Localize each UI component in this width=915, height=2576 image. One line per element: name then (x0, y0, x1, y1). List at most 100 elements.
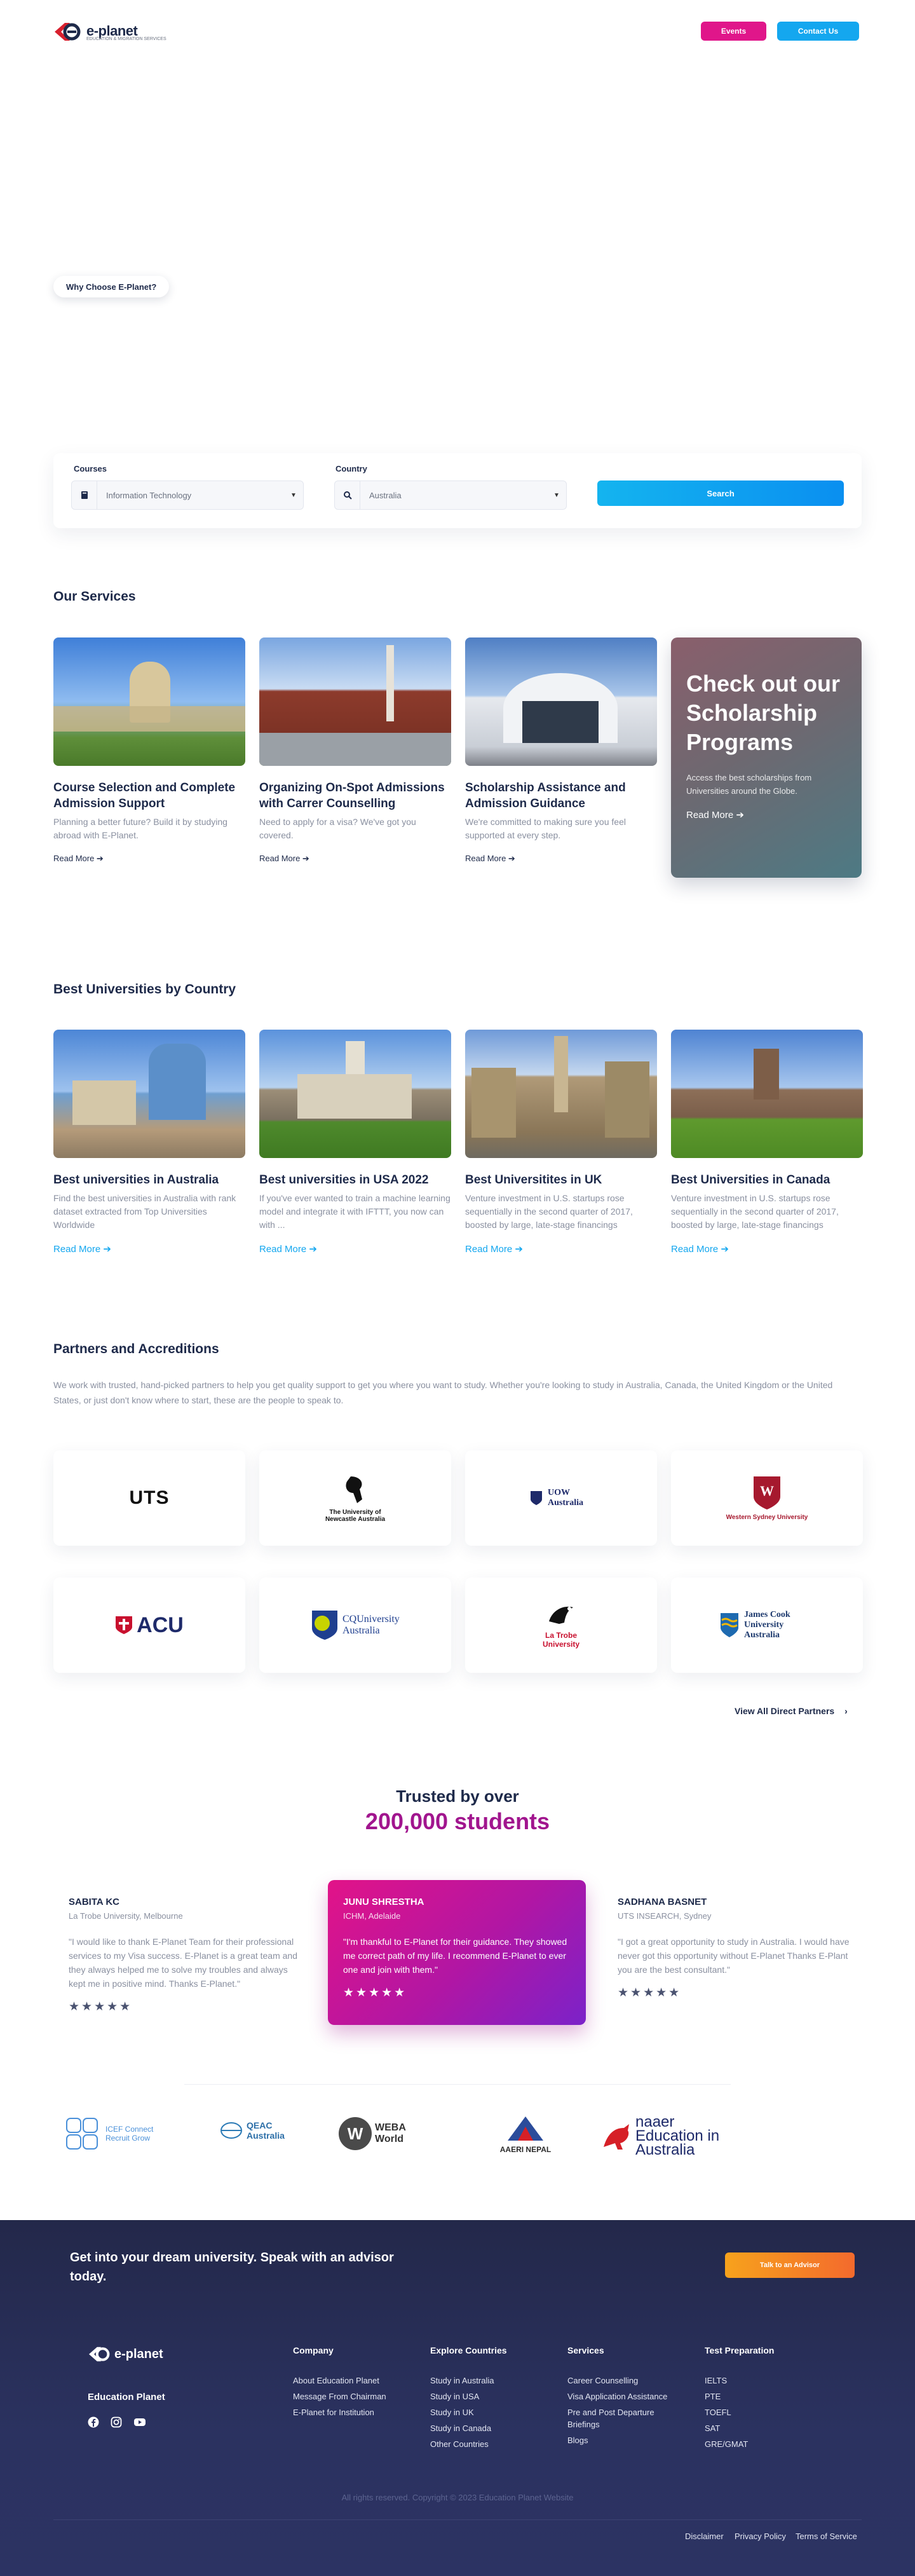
partner-logo-acu[interactable]: ACU (53, 1578, 245, 1673)
university-card[interactable]: Best Universities in Canada Venture inve… (671, 1030, 863, 1255)
view-all-partners-link[interactable]: View All Direct Partners › (735, 1706, 848, 1716)
copyright: All rights reserved. Copyright © 2023 Ed… (341, 2493, 574, 2502)
testimonial-name: JUNU SHRESTHA (343, 1897, 424, 1907)
footer-link[interactable]: Study in UK (430, 2404, 494, 2420)
accreditation-logo-weba[interactable]: W WEBA World (338, 2116, 426, 2151)
footer-link[interactable]: Blogs (567, 2432, 675, 2448)
accreditation-text: naaer Education in Australia (635, 2113, 720, 2158)
footer-link[interactable]: Career Counselling (567, 2373, 675, 2389)
scholarship-promo[interactable]: Check out our Scholarship Programs Acces… (671, 637, 862, 878)
footer-col-title: Services (567, 2345, 604, 2355)
accreditation-logo-naaer[interactable]: naaer Education in Australia (601, 2113, 724, 2158)
service-title: Scholarship Assistance and Admission Gui… (465, 781, 626, 810)
partner-logo-cqu[interactable]: CQUniversity Australia (259, 1578, 451, 1673)
service-card[interactable]: Organizing On-Spot Admissions with Carre… (259, 637, 451, 864)
partner-logo-text: James Cook University Australia (744, 1610, 790, 1640)
icef-mark-icon (66, 2118, 98, 2150)
services-title: Our Services (53, 589, 136, 604)
partner-logo-uts[interactable]: UTS (53, 1450, 245, 1546)
read-more-link[interactable]: Read More ➔ (671, 1243, 729, 1255)
university-card[interactable]: Best Universitites in UK Venture investm… (465, 1030, 657, 1255)
service-desc: We're committed to making sure you feel … (465, 817, 626, 840)
university-desc: Venture investment in U.S. startups rose… (465, 1193, 633, 1230)
read-more-link[interactable]: Read More ➔ (465, 854, 515, 864)
university-card[interactable]: Best universities in Australia Find the … (53, 1030, 245, 1255)
footer-link[interactable]: Visa Application Assistance (567, 2389, 675, 2404)
footer-link[interactable]: Study in Canada (430, 2420, 494, 2436)
kangaroo-icon (604, 2124, 629, 2150)
partner-logo-block: The University of Newcastle Australia (314, 1474, 396, 1523)
shield-icon (531, 1491, 542, 1505)
service-image (259, 637, 451, 766)
testimonial-card: SADHANA BASNET UTS INSEARCH, Sydney "I g… (618, 1897, 851, 2000)
footer-link[interactable]: TOEFL (705, 2404, 748, 2420)
accreditation-logo-qeac[interactable]: QEAC Australia (220, 2120, 291, 2141)
footer-logo-text: e-planet (114, 2347, 163, 2361)
logo-text: e-planet EDUCATION & MIGRATION SERVICES (86, 22, 166, 41)
instagram-icon[interactable] (111, 2416, 122, 2428)
footer-cta-text: Get into your dream university. Speak wi… (70, 2251, 394, 2284)
search-icon (335, 481, 360, 509)
read-more-link[interactable]: Read More ➔ (259, 854, 309, 864)
chevron-right-icon: › (844, 1706, 848, 1716)
svg-text:W: W (760, 1483, 774, 1499)
university-title: Best Universities in Canada (671, 1173, 830, 1187)
seahorse-icon (346, 1476, 362, 1503)
university-image (53, 1030, 245, 1158)
footer-link[interactable]: Pre and Post Departure Briefings (567, 2404, 675, 2432)
accreditation-logo-icef[interactable]: ICEF Connect Recruit Grow (65, 2116, 175, 2151)
partner-logo-text: UTS (129, 1487, 170, 1508)
partner-logo-block: W Western Sydney University (726, 1475, 808, 1521)
footer-link[interactable]: Study in Australia (430, 2373, 494, 2389)
footer-link[interactable]: IELTS (705, 2373, 748, 2389)
accreditation-logo-aaeri[interactable]: AAERI NEPAL (491, 2114, 560, 2154)
talk-to-advisor-button[interactable]: Talk to an Advisor (725, 2252, 855, 2278)
read-more-link[interactable]: Read More ➔ (259, 1243, 317, 1255)
testimonial-org: La Trobe University, Melbourne (69, 1911, 183, 1921)
contact-us-button[interactable]: Contact Us (777, 22, 859, 41)
why-choose-pill[interactable]: Why Choose E-Planet? (53, 276, 170, 297)
service-card[interactable]: Course Selection and Complete Admission … (53, 637, 245, 864)
star-rating: ★★★★★ (343, 1986, 407, 2000)
university-card[interactable]: Best universities in USA 2022 If you've … (259, 1030, 451, 1255)
privacy-policy-link[interactable]: Privacy Policy (735, 2532, 786, 2541)
read-more-link[interactable]: Read More ➔ (53, 1243, 111, 1255)
footer-link[interactable]: SAT (705, 2420, 748, 2436)
svg-text:W: W (348, 2124, 363, 2143)
footer-brand-name: Education Planet (88, 2392, 165, 2402)
partner-logo-text: La Trobe University (542, 1630, 580, 1649)
footer-logo[interactable]: e-planet (88, 2344, 163, 2364)
courses-select[interactable]: Information Technology ▼ (71, 480, 304, 510)
country-select[interactable]: Australia ▼ (334, 480, 567, 510)
youtube-icon[interactable] (133, 2416, 146, 2428)
service-card[interactable]: Scholarship Assistance and Admission Gui… (465, 637, 657, 864)
events-button[interactable]: Events (701, 22, 766, 41)
footer-divider (53, 2519, 862, 2520)
search-button[interactable]: Search (597, 480, 844, 506)
promo-read-more-link[interactable]: Read More ➔ (686, 809, 744, 821)
terms-of-service-link[interactable]: Terms of Service (796, 2532, 857, 2541)
footer-link[interactable]: Study in USA (430, 2389, 494, 2404)
partner-logo-western-sydney[interactable]: W Western Sydney University (671, 1450, 863, 1546)
site-logo[interactable]: e-planet EDUCATION & MIGRATION SERVICES (53, 19, 166, 44)
partner-logo-jcu[interactable]: James Cook University Australia (671, 1578, 863, 1673)
section-divider (184, 2084, 731, 2085)
footer-link[interactable]: E-Planet for Institution (293, 2404, 386, 2420)
disclaimer-link[interactable]: Disclaimer (685, 2532, 724, 2541)
read-more-link[interactable]: Read More ➔ (53, 854, 104, 864)
partner-logo-block: James Cook University Australia (720, 1610, 814, 1640)
testimonial-card-highlighted: JUNU SHRESTHA ICHM, Adelaide "I'm thankf… (328, 1880, 586, 2025)
footer-link[interactable]: Message From Chairman (293, 2389, 386, 2404)
footer-link[interactable]: GRE/GMAT (705, 2436, 748, 2452)
partner-logo-latrobe[interactable]: La Trobe University (465, 1578, 657, 1673)
facebook-icon[interactable] (88, 2416, 99, 2428)
partner-logo-newcastle[interactable]: The University of Newcastle Australia (259, 1450, 451, 1546)
book-icon (72, 481, 97, 509)
footer-link[interactable]: About Education Planet (293, 2373, 386, 2389)
footer-link[interactable]: Other Countries (430, 2436, 494, 2452)
service-title: Organizing On-Spot Admissions with Carre… (259, 781, 445, 810)
footer-link[interactable]: PTE (705, 2389, 748, 2404)
footer-col-services: Career Counselling Visa Application Assi… (567, 2373, 675, 2448)
partner-logo-uow[interactable]: UOW Australia (465, 1450, 657, 1546)
read-more-link[interactable]: Read More ➔ (465, 1243, 523, 1255)
